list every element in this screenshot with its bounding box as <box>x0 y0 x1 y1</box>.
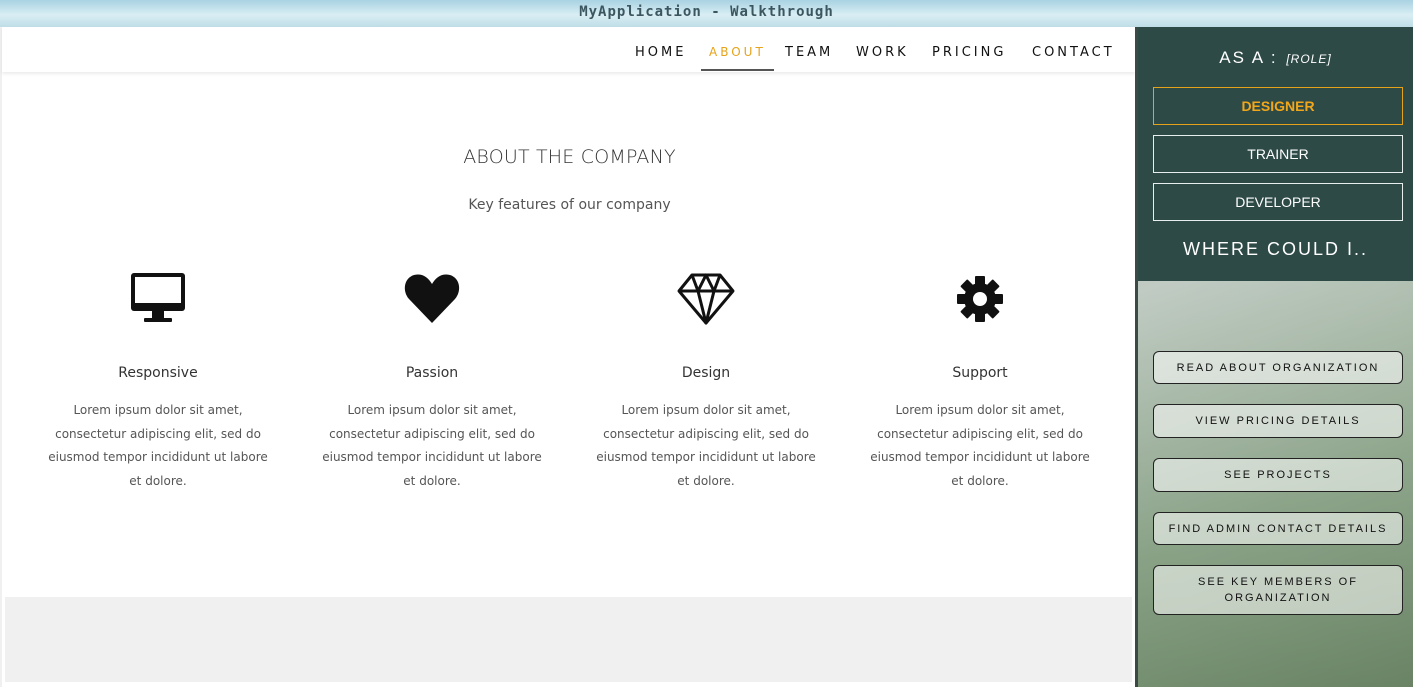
role-heading-label: AS A : <box>1219 48 1278 67</box>
footer-section <box>5 597 1132 682</box>
diamond-icon <box>677 273 735 325</box>
feature-title: Passion <box>405 365 459 381</box>
main-page: HOME ABOUT TEAM WORK PRICING CONTACT ABO… <box>0 27 1135 687</box>
read-about-organization-button[interactable]: READ ABOUT ORGANIZATION <box>1153 351 1403 384</box>
role-designer-button[interactable]: DESIGNER <box>1153 87 1403 125</box>
role-heading: AS A : [ROLE] <box>1138 48 1413 68</box>
nav-home[interactable]: HOME <box>635 27 686 72</box>
desktop-icon <box>131 273 185 322</box>
nav-contact[interactable]: CONTACT <box>1032 27 1115 72</box>
gear-icon <box>957 276 1003 322</box>
window-title-bar: MyApplication - Walkthrough <box>0 0 1413 27</box>
role-hint: [ROLE] <box>1286 52 1332 66</box>
feature-title: Support <box>952 365 1008 381</box>
role-developer-button[interactable]: DEVELOPER <box>1153 183 1403 221</box>
window-title: MyApplication - Walkthrough <box>579 4 834 20</box>
section-title: ABOUT THE COMPANY <box>463 146 676 168</box>
where-heading: WHERE COULD I.. <box>1182 239 1368 259</box>
feature-description: Lorem ipsum dolor sit amet, consectetur … <box>48 403 268 488</box>
role-selector-panel: AS A : [ROLE] DESIGNER TRAINER DEVELOPER… <box>1138 27 1413 281</box>
walkthrough-panel: AS A : [ROLE] DESIGNER TRAINER DEVELOPER… <box>1135 27 1413 687</box>
role-trainer-button[interactable]: TRAINER <box>1153 135 1403 173</box>
nav-pricing[interactable]: PRICING <box>932 27 1006 72</box>
see-key-members-button[interactable]: SEE KEY MEMBERS OF ORGANIZATION <box>1153 565 1403 615</box>
feature-passion: Passion Lorem ipsum dolor sit amet, cons… <box>312 267 552 493</box>
feature-title: Responsive <box>118 365 198 381</box>
nav-work[interactable]: WORK <box>856 27 909 72</box>
section-subtitle: Key features of our company <box>468 197 671 213</box>
nav-team[interactable]: TEAM <box>785 27 833 72</box>
feature-title: Design <box>681 365 731 381</box>
find-admin-contact-button[interactable]: FIND ADMIN CONTACT DETAILS <box>1153 512 1403 545</box>
view-pricing-details-button[interactable]: VIEW PRICING DETAILS <box>1153 404 1403 438</box>
top-navbar: HOME ABOUT TEAM WORK PRICING CONTACT <box>2 27 1135 72</box>
feature-design: Design Lorem ipsum dolor sit amet, conse… <box>586 267 826 493</box>
see-projects-button[interactable]: SEE PROJECTS <box>1153 458 1403 492</box>
nav-active-underline <box>701 69 774 71</box>
feature-responsive: Responsive Lorem ipsum dolor sit amet, c… <box>38 267 278 493</box>
nav-about[interactable]: ABOUT <box>709 27 766 72</box>
feature-description: Lorem ipsum dolor sit amet, consectetur … <box>870 403 1090 488</box>
feature-support: Support Lorem ipsum dolor sit amet, cons… <box>860 267 1100 493</box>
feature-description: Lorem ipsum dolor sit amet, consectetur … <box>596 403 816 488</box>
feature-description: Lorem ipsum dolor sit amet, consectetur … <box>322 403 542 488</box>
heart-icon <box>404 274 460 323</box>
